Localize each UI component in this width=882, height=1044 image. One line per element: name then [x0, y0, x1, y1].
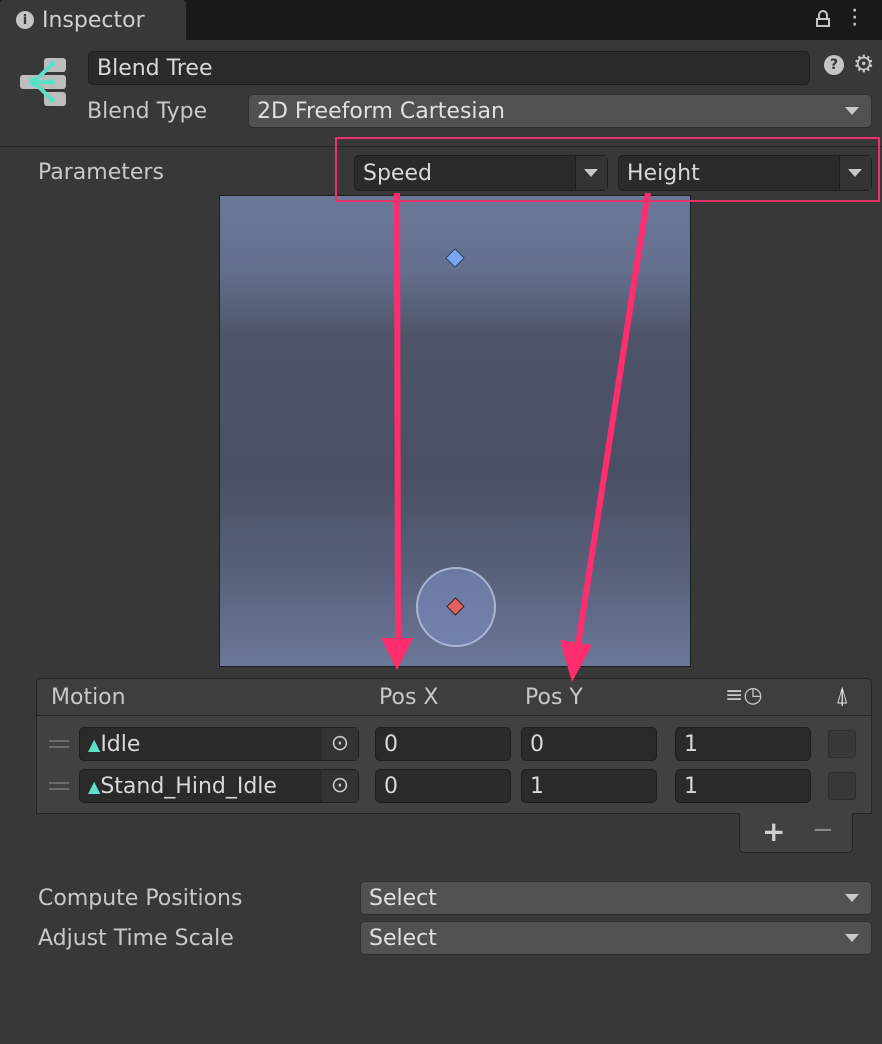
add-motion-button[interactable]: +	[762, 815, 785, 848]
chevron-down-icon	[584, 169, 598, 177]
x-parameter-dropdown[interactable]: Speed	[354, 155, 608, 191]
chevron-down-icon	[845, 107, 859, 115]
drag-handle-icon[interactable]	[49, 740, 69, 748]
more-options-icon[interactable]: · · ·	[852, 4, 858, 32]
drag-handle-icon[interactable]	[49, 782, 69, 790]
mirror-checkbox[interactable]	[828, 772, 856, 800]
gear-icon[interactable]: ⚙	[853, 50, 875, 78]
blend-space-canvas[interactable]	[219, 195, 691, 667]
pos-y-input[interactable]: 1	[521, 769, 657, 803]
divider	[0, 146, 882, 147]
compute-positions-label: Compute Positions	[38, 886, 243, 911]
chevron-down-icon	[845, 894, 859, 902]
blend-tree-name-input[interactable]: Blend Tree	[88, 51, 810, 85]
blend-type-dropdown[interactable]: 2D Freeform Cartesian	[248, 94, 872, 128]
motion-field[interactable]: ▲ Idle ⊙	[79, 727, 359, 761]
time-scale-input[interactable]: 1	[675, 769, 811, 803]
motion-list: ▲ Idle ⊙ 0 0 1 ▲ Stand_Hind_Idle ⊙ 0 1 1	[36, 716, 872, 814]
help-icon[interactable]: ?	[824, 55, 844, 75]
y-parameter-dropdown[interactable]: Height	[618, 155, 872, 191]
remove-motion-button[interactable]: −	[812, 815, 834, 845]
pos-x-input[interactable]: 0	[375, 769, 511, 803]
motion-field[interactable]: ▲ Stand_Hind_Idle ⊙	[79, 769, 359, 803]
animation-clip-icon: ▲	[88, 776, 101, 796]
object-picker-icon[interactable]: ⊙	[322, 728, 358, 760]
lock-icon[interactable]	[816, 10, 830, 27]
chevron-down-icon	[848, 169, 862, 177]
blend-type-label: Blend Type	[87, 99, 208, 124]
compute-positions-dropdown[interactable]: Select	[360, 881, 872, 915]
parameters-label: Parameters	[38, 160, 164, 185]
mirror-checkbox[interactable]	[828, 730, 856, 758]
pos-x-input[interactable]: 0	[375, 727, 511, 761]
blend-tree-icon	[20, 58, 66, 106]
time-scale-input[interactable]: 1	[675, 727, 811, 761]
chevron-down-icon	[845, 934, 859, 942]
pos-y-input[interactable]: 0	[521, 727, 657, 761]
clock-speed-icon: ≡◷	[725, 683, 763, 708]
motion-table-header: Motion Pos X Pos Y ≡◷ ⍋	[36, 678, 872, 716]
blend-point-stand-hind-idle[interactable]	[445, 248, 465, 268]
adjust-time-scale-dropdown[interactable]: Select	[360, 921, 872, 955]
adjust-time-scale-label: Adjust Time Scale	[38, 926, 234, 951]
object-picker-icon[interactable]: ⊙	[322, 770, 358, 802]
animation-clip-icon: ▲	[88, 734, 101, 754]
mirror-icon: ⍋	[835, 681, 850, 709]
info-icon: i	[16, 11, 34, 29]
list-footer: + −	[739, 813, 853, 853]
tab-inspector[interactable]: i Inspector	[0, 0, 186, 40]
